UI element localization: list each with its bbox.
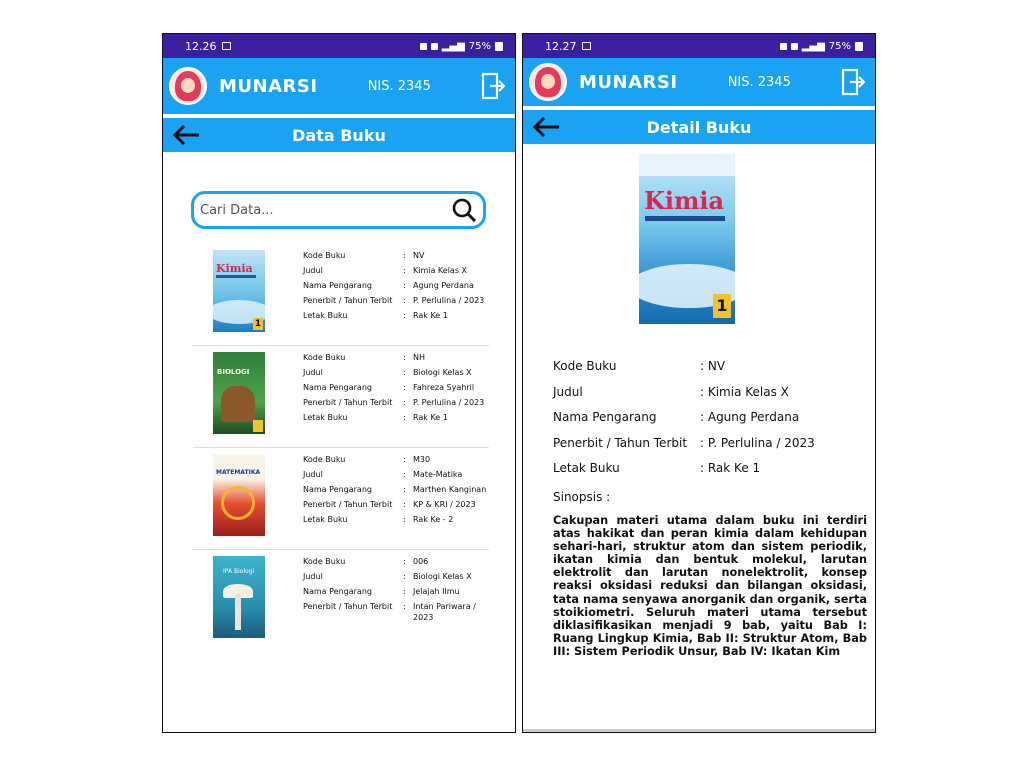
battery-icon [855, 41, 863, 51]
back-arrow-icon[interactable] [171, 122, 201, 148]
detail-row: Penerbit / Tahun Terbit: P. Perlulina / … [553, 435, 815, 450]
app-header: MUNARSI NIS. 2345 [163, 58, 515, 118]
book-list: Kimia 1 Kode Buku: NV Judul: Kimia Kelas X … [193, 244, 489, 646]
page-title: Data Buku [292, 125, 386, 145]
app-header: MUNARSI NIS. 2345 [523, 58, 875, 110]
user-name: MUNARSI [579, 71, 678, 93]
signal-icon: ▂▄▆ [801, 40, 825, 52]
back-arrow-icon[interactable] [531, 114, 561, 140]
detail-row: Judul: Kimia Kelas X [553, 384, 789, 399]
status-time: 12.26 [185, 39, 217, 53]
detail-row: Kode Buku: NV [553, 359, 726, 373]
phone-screen-data-buku: 12.26 ▂▄▆ 75% MUNARSI NIS. 2345 Data Buk… [162, 33, 516, 733]
book-cover: MATEMATIKA [213, 454, 265, 536]
signal-icon: ▂▄▆ [441, 40, 465, 52]
page-title-bar: Detail Buku [523, 110, 875, 144]
battery-level: 75% [828, 40, 851, 52]
search-box[interactable] [191, 191, 486, 229]
battery-icon [495, 41, 503, 51]
alarm-icon [790, 42, 798, 50]
synopsis-text: Cakupan materi utama dalam buku ini terd… [553, 514, 867, 658]
book-cover: BIOLOGI [213, 352, 265, 434]
book-details: Kode Buku: NV Judul: Kimia Kelas X Nama … [553, 359, 873, 487]
status-bar: 12.27 ▂▄▆ 75% [523, 34, 875, 58]
image-icon [581, 42, 591, 50]
book-cover: Kimia 1 [213, 250, 265, 332]
book-cover-large: Kimia 1 [639, 154, 735, 324]
detail-row: Letak Buku: Rak Ke 1 [553, 461, 761, 475]
user-nis: NIS. 2345 [727, 74, 791, 90]
divider [523, 729, 875, 732]
search-input[interactable] [198, 201, 451, 219]
page-title-bar: Data Buku [163, 118, 515, 152]
detail-row: Nama Pengarang: Agung Perdana [553, 410, 800, 424]
page-title: Detail Buku [646, 117, 752, 137]
battery-level: 75% [468, 40, 491, 52]
status-bar: 12.26 ▂▄▆ 75% [163, 34, 515, 58]
user-nis: NIS. 2345 [367, 78, 431, 94]
search-icon[interactable] [451, 197, 477, 223]
alarm-icon [430, 42, 438, 50]
notification-icon [419, 42, 427, 50]
user-name: MUNARSI [219, 75, 318, 97]
phone-screen-detail-buku: 12.27 ▂▄▆ 75% MUNARSI NIS. 2345 Detail B… [522, 33, 876, 733]
status-time: 12.27 [545, 39, 577, 53]
synopsis-label: Sinopsis : [553, 490, 611, 504]
book-cover: IPA Biologi [213, 556, 265, 638]
image-icon [221, 42, 231, 50]
notification-icon [779, 42, 787, 50]
logout-icon[interactable] [841, 68, 866, 96]
avatar[interactable] [529, 63, 567, 101]
list-item[interactable]: MATEMATIKA Kode Buku: M30 Judul: Mate-Mati… [193, 448, 489, 550]
list-item[interactable]: BIOLOGI Kode Buku: NH Judul: Biologi Kelas… [193, 346, 489, 448]
logout-icon[interactable] [481, 72, 506, 100]
list-item[interactable]: Kimia 1 Kode Buku: NV Judul: Kimia Kelas X … [193, 244, 489, 346]
list-item[interactable]: IPA Biologi Kode Buku:006 Judul: Biologi … [193, 550, 489, 646]
avatar[interactable] [169, 67, 207, 105]
